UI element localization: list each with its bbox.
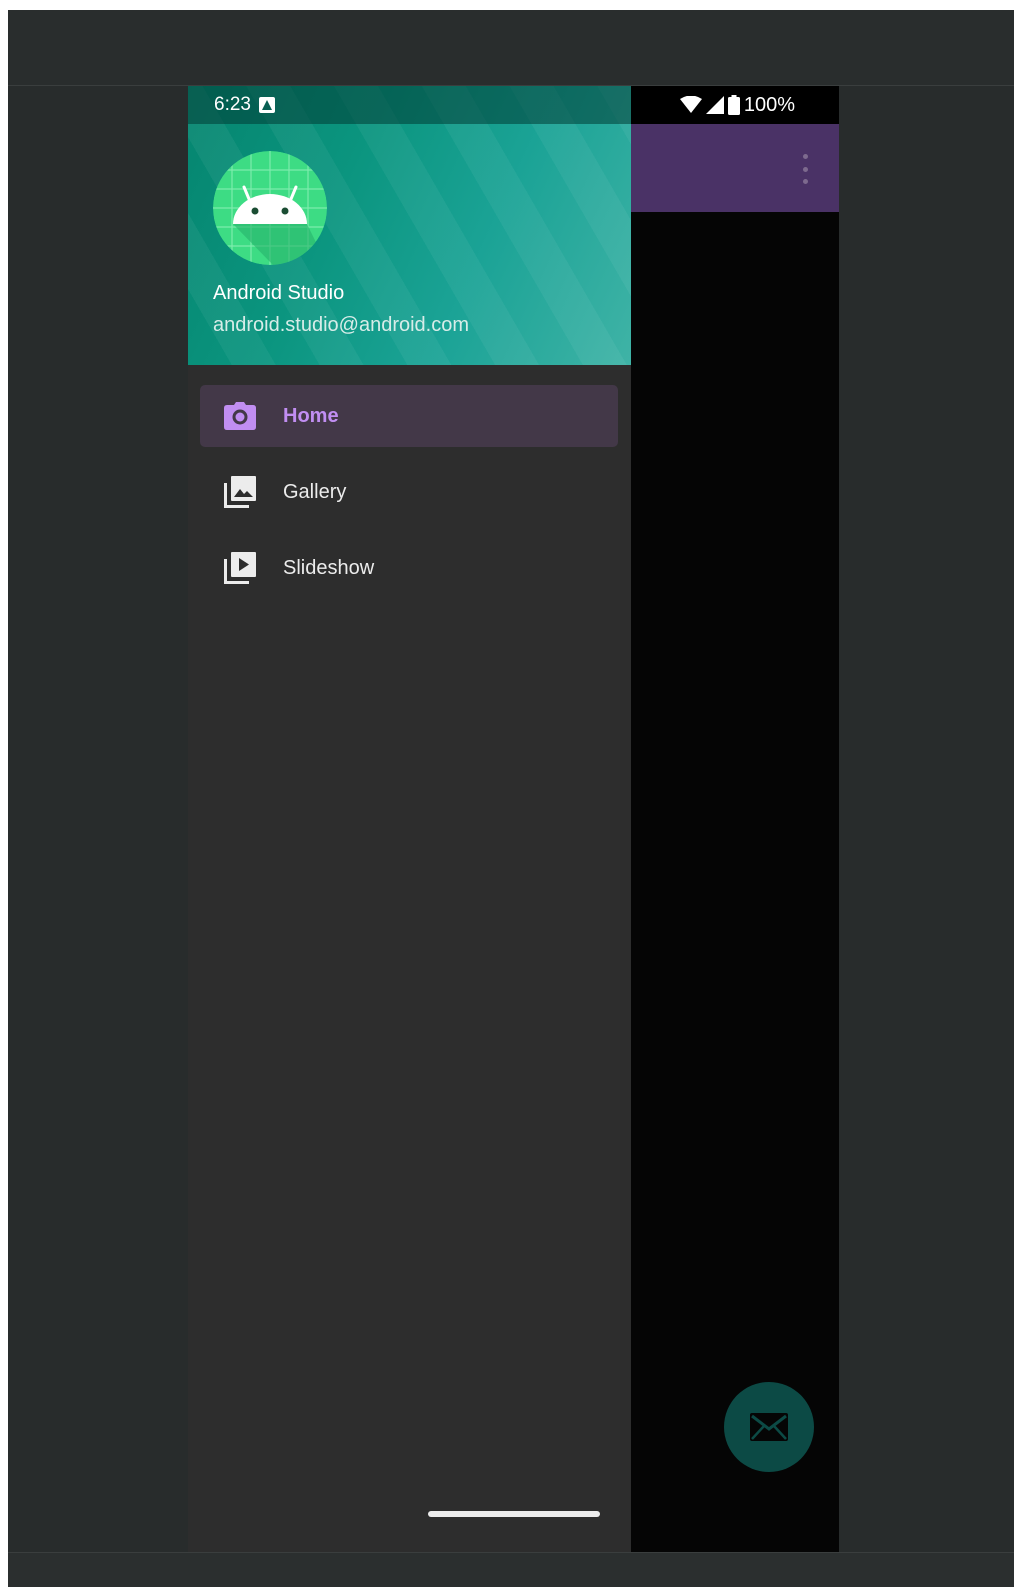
drawer-item-gallery[interactable]: Gallery xyxy=(200,461,618,523)
gesture-nav-handle[interactable] xyxy=(428,1511,600,1517)
notification-icon xyxy=(258,97,275,113)
drawer-item-label: Gallery xyxy=(283,481,347,503)
battery-percent: 100% xyxy=(743,93,795,116)
emulator-bottom-bar xyxy=(8,1552,1014,1587)
avatar xyxy=(213,151,327,265)
drawer-status-bar: 6:23 xyxy=(188,86,631,124)
status-icons: 100% xyxy=(679,86,795,124)
android-robot-icon xyxy=(213,151,327,265)
drawer-header: 6:23 Android Studio android.studio@andro… xyxy=(188,86,631,365)
window-left-edge xyxy=(0,0,8,1587)
mail-fab-button[interactable] xyxy=(724,1382,814,1472)
drawer-item-home[interactable]: Home xyxy=(200,385,618,447)
drawer-item-label: Slideshow xyxy=(283,557,375,579)
status-time: 6:23 xyxy=(214,94,251,115)
gallery-icon xyxy=(224,476,256,508)
mail-icon xyxy=(750,1413,788,1441)
signal-icon xyxy=(705,96,724,114)
profile-name: Android Studio xyxy=(213,282,345,304)
profile-email: android.studio@android.com xyxy=(213,314,470,336)
battery-icon xyxy=(727,95,740,115)
camera-icon xyxy=(224,400,256,432)
drawer-item-slideshow[interactable]: Slideshow xyxy=(200,537,618,599)
drawer-item-label: Home xyxy=(283,405,339,427)
emulator-toolbar xyxy=(8,10,1014,86)
slideshow-icon xyxy=(224,552,256,584)
wifi-icon xyxy=(679,96,702,113)
navigation-drawer: 6:23 Android Studio android.studio@andro… xyxy=(188,86,631,1552)
window-top-edge xyxy=(0,0,1014,10)
device-screen: 100% 6:23 Android Studio android.studio@… xyxy=(188,86,839,1552)
more-vert-icon[interactable] xyxy=(801,154,809,184)
